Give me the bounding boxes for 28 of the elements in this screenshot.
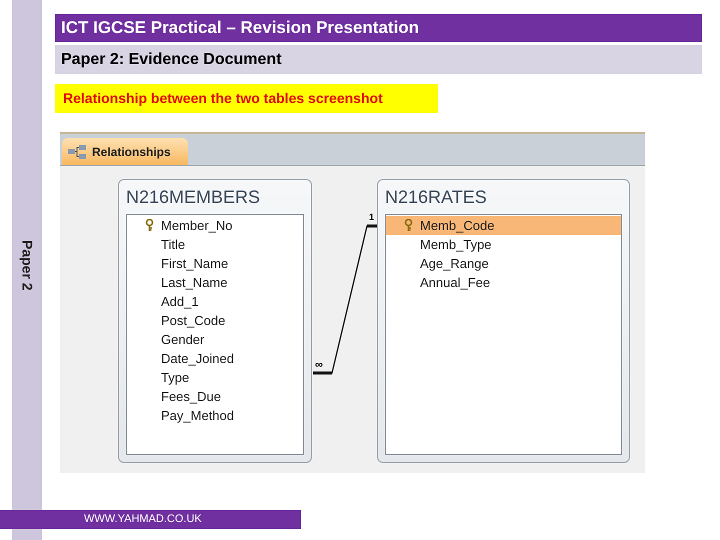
field-item[interactable]: Member_No [127,216,303,235]
side-label: Paper 2 [18,240,36,291]
field-item[interactable]: Annual_Fee [386,273,621,292]
slide-subtitle: Paper 2: Evidence Document [61,50,282,70]
field-item[interactable]: Add_1 [127,292,303,311]
field-item[interactable]: First_Name [127,254,303,273]
caption-label: Relationship between the two tables screenshot [55,84,438,113]
field-item[interactable]: Fees_Due [127,387,303,406]
relationships-icon [68,144,86,158]
field-item[interactable]: Last_Name [127,273,303,292]
table-title: N216MEMBERS [126,188,260,206]
field-item[interactable]: Date_Joined [127,349,303,368]
table-title: N216RATES [385,188,487,206]
field-item[interactable]: Title [127,235,303,254]
field-item[interactable]: Gender [127,330,303,349]
field-item[interactable]: Post_Code [127,311,303,330]
field-item[interactable]: Age_Range [386,254,621,273]
slide-title: ICT IGCSE Practical – Revision Presentation [61,17,420,40]
relationships-tab[interactable]: Relationships [62,138,188,165]
one-label: 1 [369,213,374,222]
field-item[interactable]: Memb_Code [386,216,621,235]
field-item[interactable]: Type [127,368,303,387]
field-item[interactable]: Memb_Type [386,235,621,254]
field-item[interactable]: Pay_Method [127,406,303,425]
footer-url: WWW.YAHMAD.CO.UK [84,512,202,528]
many-label: ∞ [315,360,323,371]
key-icon [145,219,154,232]
key-icon [404,219,413,232]
